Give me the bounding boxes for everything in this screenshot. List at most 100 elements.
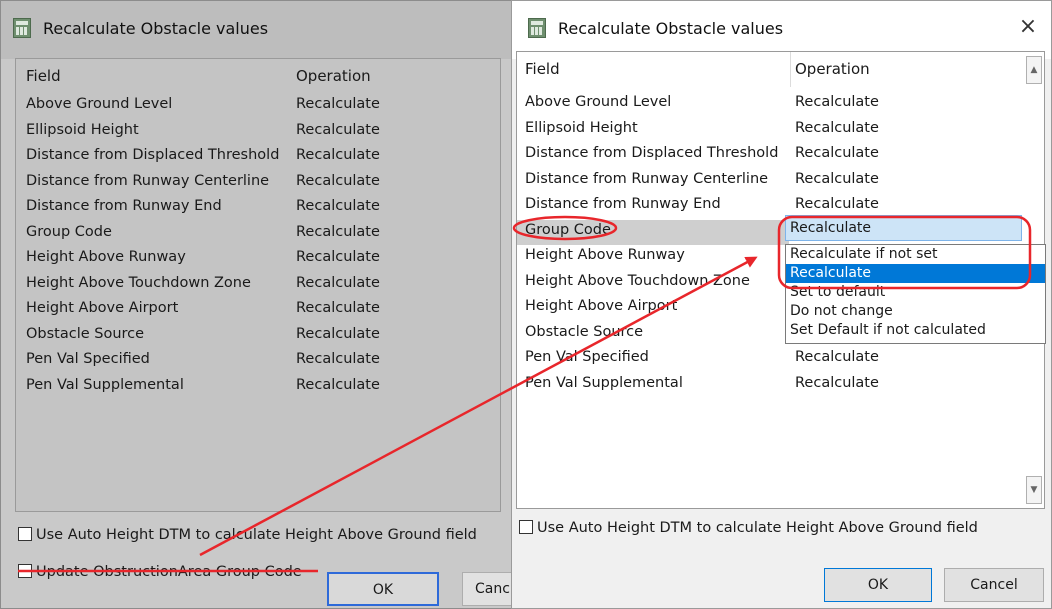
row-field-name: Distance from Runway Centerline [525, 170, 769, 187]
row-operation-value[interactable]: Recalculate [296, 326, 380, 342]
operation-combo-box[interactable]: Recalculate [785, 215, 1022, 241]
row-operation-value[interactable]: Recalculate [296, 224, 380, 240]
row-operation-value[interactable]: Recalculate [296, 249, 380, 265]
scroll-down-button[interactable]: ▼ [1026, 476, 1042, 504]
row-field-name: Height Above Airport [26, 300, 179, 316]
dropdown-option[interactable]: Do not change [786, 302, 1045, 321]
table-row[interactable]: Height Above Touchdown Zone [517, 271, 789, 296]
table-row[interactable]: Pen Val Specified Recalculate [517, 347, 879, 372]
row-field-name: Above Ground Level [26, 96, 173, 112]
row-field-name: Distance from Runway Centerline [26, 172, 270, 189]
calculator-icon [13, 18, 31, 38]
row-field-name: Pen Val Supplemental [525, 374, 683, 391]
right-dialog-title: Recalculate Obstacle values [558, 19, 784, 38]
row-operation-value[interactable]: Recalculate [296, 198, 380, 214]
table-row[interactable]: Distance from Runway Centerline Recalcula… [517, 169, 879, 194]
row-operation-value[interactable]: Recalculate [296, 147, 380, 163]
row-operation-value[interactable]: Recalculate [795, 196, 879, 212]
row-field-name: Pen Val Specified [26, 351, 150, 367]
table-row[interactable]: Obstacle Source Recalculate [16, 324, 500, 349]
row-operation-value[interactable]: Recalculate [795, 171, 879, 187]
row-operation-value[interactable]: Recalculate [296, 351, 380, 367]
row-field-name: Ellipsoid Height [525, 119, 638, 136]
row-field-name: Height Above Runway [26, 249, 186, 265]
checkbox-label: Use Auto Height DTM to calculate Height … [36, 527, 477, 543]
row-field-name: Pen Val Specified [525, 349, 649, 365]
row-field-name: Group Code [525, 221, 611, 238]
row-field-name: Distance from Displaced Threshold [26, 147, 280, 163]
left-ok-button[interactable]: OK [327, 572, 439, 606]
row-operation-value[interactable]: Recalculate [296, 122, 380, 138]
left-title-bar: Recalculate Obstacle values [1, 1, 511, 59]
left-dialog: Recalculate Obstacle values Field Operat… [0, 0, 513, 609]
table-row[interactable]: Height Above Airport Recalculate [16, 298, 500, 323]
table-row[interactable]: Pen Val Supplemental Recalculate [16, 375, 500, 400]
right-cancel-button[interactable]: Cancel [944, 568, 1044, 602]
row-field-name: Height Above Touchdown Zone [525, 272, 750, 289]
checkbox-label: Use Auto Height DTM to calculate Height … [537, 520, 978, 536]
left-dialog-title: Recalculate Obstacle values [43, 19, 269, 38]
checkbox-label: Update ObstructionArea Group Code [36, 564, 302, 580]
row-field-name: Pen Val Supplemental [26, 376, 184, 393]
left-auto-height-checkbox[interactable]: Use Auto Height DTM to calculate Height … [18, 527, 477, 543]
dropdown-option[interactable]: Set Default if not calculated [786, 321, 1045, 340]
table-row[interactable]: Pen Val Specified Recalculate [16, 349, 500, 374]
operation-column-header: Operation [795, 60, 870, 78]
row-field-name: Height Above Runway [525, 247, 685, 263]
table-row[interactable]: Group CodeRecalculate [517, 219, 879, 245]
row-field-name: Height Above Airport [525, 298, 678, 314]
left-field-list[interactable]: Field Operation Above Ground Level Recalc… [15, 58, 501, 512]
table-row[interactable]: Pen Val Supplemental Recalculate [517, 373, 879, 398]
row-operation-value[interactable]: Recalculate [795, 375, 879, 391]
table-row[interactable]: Obstacle Source [517, 322, 789, 347]
close-icon[interactable]: × [1015, 14, 1041, 40]
left-cancel-button[interactable]: Canc [462, 572, 513, 606]
column-divider [790, 52, 791, 87]
row-field-name: Height Above Touchdown Zone [26, 274, 251, 291]
checkbox-box[interactable] [18, 564, 32, 578]
table-row[interactable]: Height Above Runway Recalculate [16, 247, 500, 272]
row-field-name: Ellipsoid Height [26, 121, 139, 138]
row-operation-value[interactable]: Recalculate [795, 120, 879, 136]
row-operation-value[interactable]: Recalculate [296, 300, 380, 316]
row-field-name: Obstacle Source [26, 325, 145, 342]
row-field-name: Group Code [26, 223, 112, 240]
row-operation-value[interactable]: Recalculate [296, 96, 380, 112]
scroll-up-button[interactable]: ▲ [1026, 56, 1042, 84]
row-operation-value[interactable]: Recalculate [795, 94, 879, 110]
checkbox-box[interactable] [18, 527, 32, 541]
table-row[interactable]: Above Ground Level Recalculate [16, 94, 500, 119]
table-row[interactable]: Distance from Runway End Recalculate [16, 196, 500, 221]
dropdown-option[interactable]: Recalculate if not set [786, 245, 1045, 264]
right-ok-button[interactable]: OK [824, 568, 932, 602]
row-operation-value[interactable]: Recalculate [296, 173, 380, 189]
row-operation-value[interactable]: Recalculate [795, 145, 879, 161]
right-auto-height-checkbox[interactable]: Use Auto Height DTM to calculate Height … [519, 520, 978, 536]
row-operation-value[interactable]: Recalculate [296, 377, 380, 393]
table-row[interactable]: Height Above Touchdown Zone Recalculate [16, 273, 500, 298]
dropdown-option[interactable]: Recalculate [786, 264, 1045, 283]
table-row[interactable]: Height Above Airport [517, 296, 789, 321]
table-row[interactable]: Distance from Displaced Threshold Recalcu… [16, 145, 500, 170]
table-row[interactable]: Height Above Runway [517, 245, 789, 270]
field-column-header: Field [525, 60, 560, 78]
row-operation-value[interactable]: Recalculate [795, 349, 879, 365]
right-dialog: Recalculate Obstacle values × Field Oper… [511, 0, 1052, 609]
operation-column-header: Operation [296, 67, 371, 85]
table-row[interactable]: Distance from Displaced Threshold Recalcu… [517, 143, 879, 168]
row-field-name: Distance from Runway End [525, 196, 721, 212]
operation-dropdown-list[interactable]: Recalculate if not set Recalculate Set to … [785, 244, 1046, 344]
row-operation-value[interactable]: Recalculate [296, 275, 380, 291]
table-row[interactable]: Ellipsoid Height Recalculate [16, 120, 500, 145]
row-field-name: Above Ground Level [525, 94, 672, 110]
field-column-header: Field [26, 67, 61, 85]
table-row[interactable]: Distance from Runway End Recalculate [517, 194, 879, 219]
calculator-icon [528, 18, 546, 38]
table-row[interactable]: Distance from Runway Centerline Recalcula… [16, 171, 500, 196]
table-row[interactable]: Ellipsoid Height Recalculate [517, 118, 879, 143]
table-row[interactable]: Group Code Recalculate [16, 222, 500, 247]
table-row[interactable]: Above Ground Level Recalculate [517, 92, 879, 117]
checkbox-box[interactable] [519, 520, 533, 534]
left-update-group-code-checkbox[interactable]: Update ObstructionArea Group Code [18, 564, 302, 580]
dropdown-option[interactable]: Set to default [786, 283, 1045, 302]
